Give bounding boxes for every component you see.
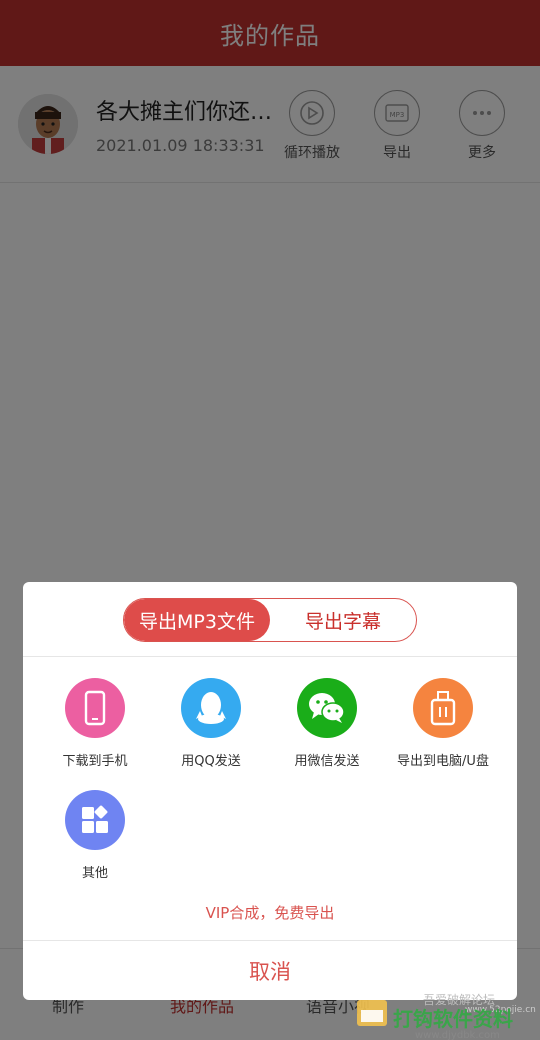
qq-icon	[181, 678, 241, 738]
share-download-phone[interactable]: 下载到手机	[40, 678, 150, 769]
share-label: 下载到手机	[62, 754, 128, 769]
share-export-pc-usb[interactable]: 导出到电脑/U盘	[388, 678, 498, 769]
export-type-toggle: 导出MP3文件 导出字幕	[123, 598, 417, 642]
export-dialog: 导出MP3文件 导出字幕 下载到手机 用QQ发送 用微信发送 导出到电脑/U盘 …	[23, 582, 517, 1000]
segment-export-subtitles[interactable]: 导出字幕	[270, 599, 416, 641]
share-label: 用QQ发送	[181, 754, 241, 769]
share-qq[interactable]: 用QQ发送	[156, 678, 266, 769]
phone-icon	[65, 678, 125, 738]
apps-icon	[65, 790, 125, 850]
watermark-brand: 打钩软件资料	[393, 1007, 513, 1031]
vip-promo-link[interactable]: VIP合成，免费导出	[23, 902, 517, 923]
share-wechat[interactable]: 用微信发送	[272, 678, 382, 769]
share-label: 导出到电脑/U盘	[397, 754, 489, 769]
share-label: 用微信发送	[294, 754, 360, 769]
share-other[interactable]: 其他	[40, 790, 150, 881]
divider	[23, 656, 517, 657]
share-label: 其他	[81, 866, 108, 881]
usb-drive-icon	[413, 678, 473, 738]
wechat-icon	[297, 678, 357, 738]
watermark-logo: 吾爱破解论坛 www.52pojie.cn 打钩软件资料 www.djydbk.…	[355, 990, 540, 1040]
watermark-url: www.djydbk.com	[415, 1030, 500, 1040]
segment-export-mp3[interactable]: 导出MP3文件	[124, 599, 270, 641]
